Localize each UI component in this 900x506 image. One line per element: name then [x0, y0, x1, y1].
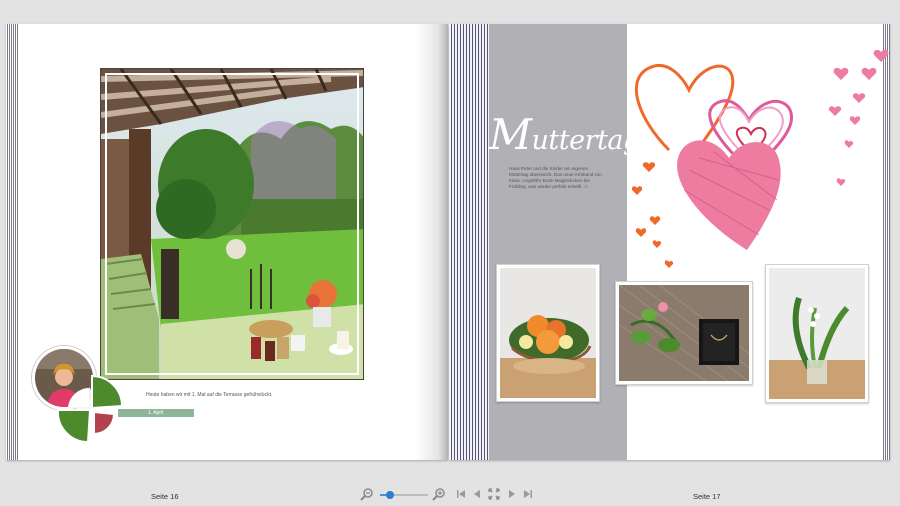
page-label-right: Seite 17: [693, 492, 721, 501]
bracelet-gift-photo[interactable]: [615, 281, 753, 385]
date-label-bar: 1. April: [118, 409, 194, 417]
page-title-rest: uttertag: [531, 125, 641, 156]
fit-view-icon[interactable]: [487, 487, 501, 501]
lily-of-the-valley-image: [769, 268, 865, 399]
next-page-icon[interactable]: [505, 487, 519, 501]
last-page-icon[interactable]: [521, 487, 535, 501]
photobook-viewer: Heute haben wir mit 1. Mal auf die Terra…: [0, 0, 900, 506]
page-17[interactable]: Muttertag Hans Peter und die Kinder am e…: [449, 24, 890, 460]
lily-of-the-valley-photo[interactable]: [765, 264, 869, 403]
flower-arrangement-photo[interactable]: [496, 264, 600, 402]
zoom-slider-thumb[interactable]: [385, 491, 394, 499]
terrace-photo[interactable]: [100, 68, 364, 380]
page-16[interactable]: Heute haben wir mit 1. Mal auf die Terra…: [6, 24, 448, 460]
page-edge-left: [6, 24, 18, 460]
photo-inner-frame: [105, 73, 359, 375]
gutter-shadow-left: [416, 24, 448, 460]
flower-arrangement-image: [500, 268, 596, 398]
hearts-decoration: [631, 49, 889, 268]
zoom-out-icon[interactable]: [360, 487, 374, 501]
page-title: Muttertag: [489, 110, 640, 159]
date-label: 1. April: [148, 410, 164, 416]
page-title-initial: M: [489, 110, 532, 159]
page-label-left: Seite 16: [151, 492, 179, 501]
viewer-toolbar: [360, 487, 540, 503]
bracelet-gift-image: [619, 285, 749, 381]
photobook-spread: Heute haben wir mit 1. Mal auf die Terra…: [6, 24, 890, 462]
zoom-in-icon[interactable]: [432, 487, 446, 501]
gutter-edge-right: [449, 24, 489, 460]
photo-caption: Heute haben wir mit 1. Mal auf die Terra…: [146, 392, 273, 398]
page-body-text: Hans Peter und die Kinder am eigenen Mut…: [509, 166, 602, 190]
first-page-icon[interactable]: [454, 487, 468, 501]
prev-page-icon[interactable]: [470, 487, 484, 501]
zoom-slider[interactable]: [380, 491, 428, 499]
